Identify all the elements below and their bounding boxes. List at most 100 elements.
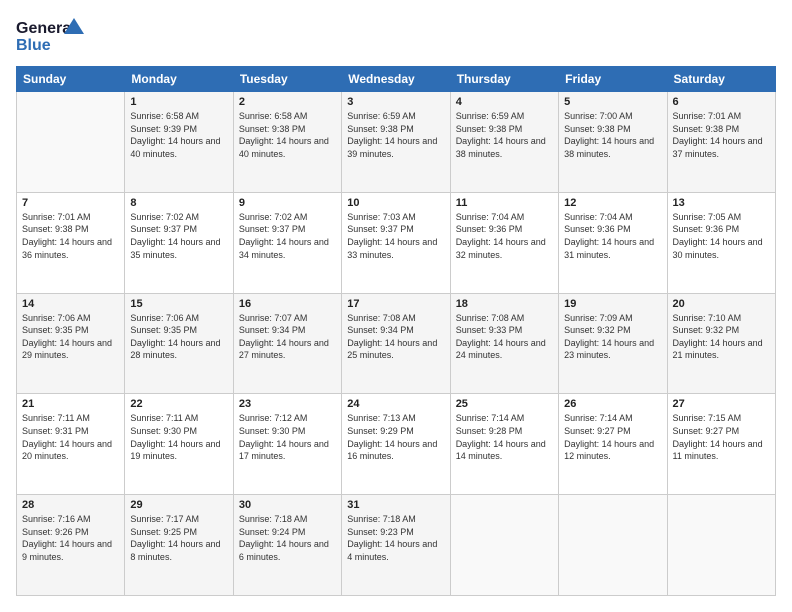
calendar-cell: 23Sunrise: 7:12 AM Sunset: 9:30 PM Dayli…	[233, 394, 341, 495]
day-number: 5	[564, 96, 661, 108]
day-number: 16	[239, 298, 336, 310]
day-number: 28	[22, 499, 119, 511]
day-number: 15	[130, 298, 227, 310]
cell-info: Sunrise: 7:16 AM Sunset: 9:26 PM Dayligh…	[22, 513, 119, 563]
weekday-tuesday: Tuesday	[233, 67, 341, 92]
logo: GeneralBlue	[16, 16, 86, 56]
calendar-cell: 21 Sunrise: 7:11 AM Sunset: 9:31 PM Dayli…	[17, 394, 125, 495]
week-row-4: 28 Sunrise: 7:16 AM Sunset: 9:26 PM Dayli…	[17, 495, 776, 596]
weekday-saturday: Saturday	[667, 67, 775, 92]
calendar-cell: 9 Sunrise: 7:02 AM Sunset: 9:37 PM Daylig…	[233, 192, 341, 293]
calendar-cell: 8 Sunrise: 7:02 AM Sunset: 9:37 PM Daylig…	[125, 192, 233, 293]
day-number: 1	[130, 96, 227, 108]
week-row-2: 14 Sunrise: 7:06 AM Sunset: 9:35 PM Dayli…	[17, 293, 776, 394]
day-number: 25	[456, 398, 553, 410]
day-number: 11	[456, 197, 553, 209]
calendar-cell: 22 Sunrise: 7:11 AM Sunset: 9:30 PM Dayli…	[125, 394, 233, 495]
calendar-cell	[559, 495, 667, 596]
day-number: 9	[239, 197, 336, 209]
day-number: 10	[347, 197, 444, 209]
calendar-cell: 16 Sunrise: 7:07 AM Sunset: 9:34 PM Dayli…	[233, 293, 341, 394]
cell-info: Sunrise: 7:13 AM Sunset: 9:29 PM Dayligh…	[347, 412, 444, 462]
cell-info: Sunrise: 7:04 AM Sunset: 9:36 PM Dayligh…	[564, 211, 661, 261]
calendar-cell: 1 Sunrise: 6:58 AM Sunset: 9:39 PM Daylig…	[125, 92, 233, 193]
calendar-cell: 26 Sunrise: 7:14 AM Sunset: 9:27 PM Dayli…	[559, 394, 667, 495]
calendar-cell: 10 Sunrise: 7:03 AM Sunset: 9:37 PM Dayli…	[342, 192, 450, 293]
cell-info: Sunrise: 7:02 AM Sunset: 9:37 PM Dayligh…	[130, 211, 227, 261]
cell-info: Sunrise: 7:06 AM Sunset: 9:35 PM Dayligh…	[22, 312, 119, 362]
cell-info: Sunrise: 7:05 AM Sunset: 9:36 PM Dayligh…	[673, 211, 770, 261]
day-number: 26	[564, 398, 661, 410]
cell-info: Sunrise: 7:14 AM Sunset: 9:28 PM Dayligh…	[456, 412, 553, 462]
cell-info: Sunrise: 7:07 AM Sunset: 9:34 PM Dayligh…	[239, 312, 336, 362]
calendar-cell: 12 Sunrise: 7:04 AM Sunset: 9:36 PM Dayli…	[559, 192, 667, 293]
calendar-cell: 14 Sunrise: 7:06 AM Sunset: 9:35 PM Dayli…	[17, 293, 125, 394]
svg-text:Blue: Blue	[16, 37, 51, 54]
logo-svg: GeneralBlue	[16, 16, 86, 56]
calendar-cell	[17, 92, 125, 193]
weekday-friday: Friday	[559, 67, 667, 92]
day-number: 24	[347, 398, 444, 410]
cell-info: Sunrise: 7:04 AM Sunset: 9:36 PM Dayligh…	[456, 211, 553, 261]
day-number: 21	[22, 398, 119, 410]
day-number: 14	[22, 298, 119, 310]
calendar-cell: 29Sunrise: 7:17 AM Sunset: 9:25 PM Dayli…	[125, 495, 233, 596]
day-number: 3	[347, 96, 444, 108]
cell-info: Sunrise: 7:11 AM Sunset: 9:31 PM Dayligh…	[22, 412, 119, 462]
week-row-3: 21 Sunrise: 7:11 AM Sunset: 9:31 PM Dayli…	[17, 394, 776, 495]
calendar-cell: 15 Sunrise: 7:06 AM Sunset: 9:35 PM Dayli…	[125, 293, 233, 394]
day-number: 17	[347, 298, 444, 310]
calendar-cell: 7Sunrise: 7:01 AM Sunset: 9:38 PM Daylig…	[17, 192, 125, 293]
cell-info: Sunrise: 7:02 AM Sunset: 9:37 PM Dayligh…	[239, 211, 336, 261]
calendar-cell	[667, 495, 775, 596]
calendar-cell: 5Sunrise: 7:00 AM Sunset: 9:38 PM Daylig…	[559, 92, 667, 193]
day-number: 18	[456, 298, 553, 310]
weekday-thursday: Thursday	[450, 67, 558, 92]
cell-info: Sunrise: 6:59 AM Sunset: 9:38 PM Dayligh…	[347, 110, 444, 160]
calendar-cell: 4 Sunrise: 6:59 AM Sunset: 9:38 PM Daylig…	[450, 92, 558, 193]
cell-info: Sunrise: 7:01 AM Sunset: 9:38 PM Dayligh…	[673, 110, 770, 160]
header: GeneralBlue	[16, 16, 776, 56]
calendar-table: SundayMondayTuesdayWednesdayThursdayFrid…	[16, 66, 776, 596]
day-number: 12	[564, 197, 661, 209]
day-number: 6	[673, 96, 770, 108]
day-number: 30	[239, 499, 336, 511]
day-number: 4	[456, 96, 553, 108]
calendar-cell: 27 Sunrise: 7:15 AM Sunset: 9:27 PM Dayli…	[667, 394, 775, 495]
weekday-wednesday: Wednesday	[342, 67, 450, 92]
calendar-cell: 31Sunrise: 7:18 AM Sunset: 9:23 PM Dayli…	[342, 495, 450, 596]
cell-info: Sunrise: 7:03 AM Sunset: 9:37 PM Dayligh…	[347, 211, 444, 261]
week-row-1: 7Sunrise: 7:01 AM Sunset: 9:38 PM Daylig…	[17, 192, 776, 293]
week-row-0: 1 Sunrise: 6:58 AM Sunset: 9:39 PM Daylig…	[17, 92, 776, 193]
day-number: 20	[673, 298, 770, 310]
cell-info: Sunrise: 6:58 AM Sunset: 9:39 PM Dayligh…	[130, 110, 227, 160]
cell-info: Sunrise: 7:08 AM Sunset: 9:33 PM Dayligh…	[456, 312, 553, 362]
calendar-cell: 24 Sunrise: 7:13 AM Sunset: 9:29 PM Dayli…	[342, 394, 450, 495]
calendar-cell: 2Sunrise: 6:58 AM Sunset: 9:38 PM Daylig…	[233, 92, 341, 193]
calendar-cell: 17Sunrise: 7:08 AM Sunset: 9:34 PM Dayli…	[342, 293, 450, 394]
cell-info: Sunrise: 7:11 AM Sunset: 9:30 PM Dayligh…	[130, 412, 227, 462]
cell-info: Sunrise: 7:14 AM Sunset: 9:27 PM Dayligh…	[564, 412, 661, 462]
calendar-cell: 19Sunrise: 7:09 AM Sunset: 9:32 PM Dayli…	[559, 293, 667, 394]
cell-info: Sunrise: 7:06 AM Sunset: 9:35 PM Dayligh…	[130, 312, 227, 362]
calendar-cell: 25 Sunrise: 7:14 AM Sunset: 9:28 PM Dayli…	[450, 394, 558, 495]
cell-info: Sunrise: 7:18 AM Sunset: 9:23 PM Dayligh…	[347, 513, 444, 563]
cell-info: Sunrise: 6:59 AM Sunset: 9:38 PM Dayligh…	[456, 110, 553, 160]
day-number: 27	[673, 398, 770, 410]
day-number: 29	[130, 499, 227, 511]
day-number: 22	[130, 398, 227, 410]
weekday-monday: Monday	[125, 67, 233, 92]
calendar-cell: 6 Sunrise: 7:01 AM Sunset: 9:38 PM Daylig…	[667, 92, 775, 193]
svg-text:General: General	[16, 20, 76, 37]
weekday-sunday: Sunday	[17, 67, 125, 92]
day-number: 2	[239, 96, 336, 108]
day-number: 8	[130, 197, 227, 209]
calendar-cell: 28 Sunrise: 7:16 AM Sunset: 9:26 PM Dayli…	[17, 495, 125, 596]
cell-info: Sunrise: 7:15 AM Sunset: 9:27 PM Dayligh…	[673, 412, 770, 462]
calendar-cell	[450, 495, 558, 596]
calendar-cell: 11 Sunrise: 7:04 AM Sunset: 9:36 PM Dayli…	[450, 192, 558, 293]
calendar-cell: 20 Sunrise: 7:10 AM Sunset: 9:32 PM Dayli…	[667, 293, 775, 394]
cell-info: Sunrise: 7:18 AM Sunset: 9:24 PM Dayligh…	[239, 513, 336, 563]
calendar-cell: 3 Sunrise: 6:59 AM Sunset: 9:38 PM Daylig…	[342, 92, 450, 193]
cell-info: Sunrise: 7:10 AM Sunset: 9:32 PM Dayligh…	[673, 312, 770, 362]
